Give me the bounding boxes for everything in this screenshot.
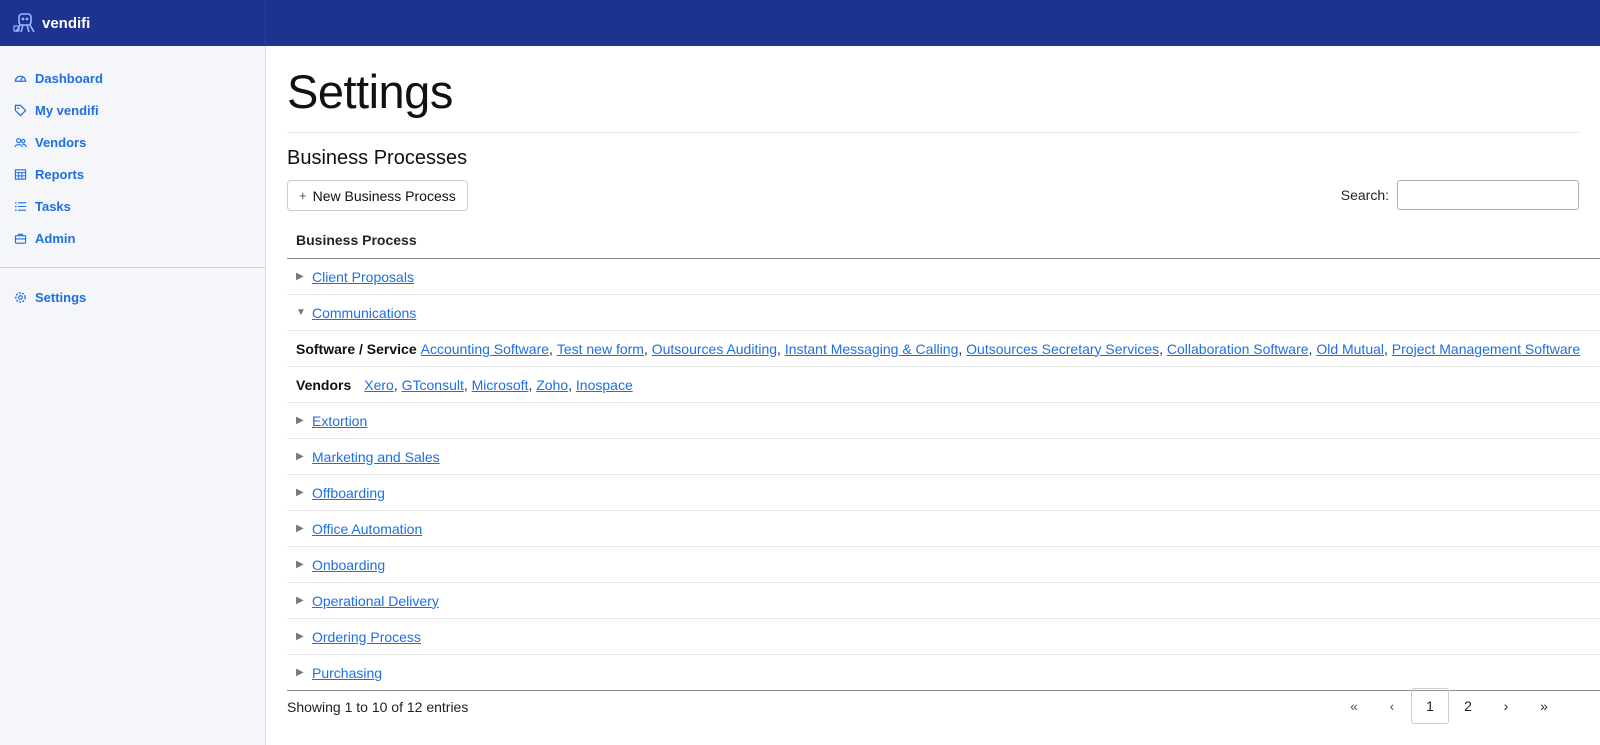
sidebar-item-settings[interactable]: Settings — [0, 281, 265, 313]
expand-arrow-icon[interactable]: ▶ — [296, 631, 312, 642]
brand[interactable]: vendifi — [0, 0, 266, 46]
sidebar-item-label: Settings — [35, 289, 87, 305]
business-process-link[interactable]: Offboarding — [312, 485, 385, 501]
expand-arrow-icon[interactable]: ▶ — [296, 559, 312, 570]
software-link[interactable]: Test new form — [557, 341, 644, 357]
expand-arrow-icon[interactable]: ▶ — [296, 415, 312, 426]
sidebar-item-label: Dashboard — [35, 70, 103, 86]
tag-icon — [13, 103, 27, 117]
new-business-process-button[interactable]: + New Business Process — [287, 180, 468, 211]
dashboard-icon — [13, 71, 27, 85]
business-process-link[interactable]: Ordering Process — [312, 629, 421, 645]
last-page-button[interactable]: » — [1525, 688, 1563, 724]
vendor-link[interactable]: Xero — [364, 377, 394, 393]
plus-icon: + — [299, 188, 307, 203]
page-1-button[interactable]: 1 — [1411, 688, 1449, 724]
expand-arrow-icon[interactable]: ▶ — [296, 487, 312, 498]
business-process-link[interactable]: Communications — [312, 305, 416, 321]
briefcase-icon — [13, 231, 27, 245]
previous-page-button[interactable]: ‹ — [1373, 688, 1411, 724]
list-icon — [13, 199, 27, 213]
sidebar-item-tasks[interactable]: Tasks — [0, 190, 265, 222]
page-title: Settings — [287, 65, 453, 118]
vendor-link[interactable]: Inospace — [576, 377, 633, 393]
table-row[interactable]: ▶ Client Proposals — [287, 259, 1600, 295]
business-process-link[interactable]: Client Proposals — [312, 269, 414, 285]
business-process-link[interactable]: Purchasing — [312, 665, 382, 681]
detail-row-software: Software / Service Accounting Software, … — [287, 331, 1600, 367]
software-link[interactable]: Accounting Software — [421, 341, 549, 357]
detail-row-vendors: Vendors Xero, GTconsult, Microsoft, Zoho… — [287, 367, 1600, 403]
expand-arrow-icon[interactable]: ▶ — [296, 523, 312, 534]
main-content: Settings Business Processes + New Busine… — [287, 46, 1600, 745]
report-icon — [13, 167, 27, 181]
sidebar-item-label: My vendifi — [35, 102, 99, 118]
vendor-link[interactable]: GTconsult — [402, 377, 464, 393]
table-row[interactable]: ▶ Onboarding — [287, 547, 1600, 583]
table-row[interactable]: ▶ Operational Delivery — [287, 583, 1600, 619]
title-divider — [287, 132, 1579, 133]
column-header-business-process[interactable]: Business Process — [287, 221, 1600, 259]
sidebar-item-reports[interactable]: Reports — [0, 158, 265, 190]
software-link[interactable]: Instant Messaging & Calling — [785, 341, 959, 357]
software-link[interactable]: Project Management Software — [1392, 341, 1580, 357]
expand-arrow-icon[interactable]: ▶ — [296, 271, 312, 282]
page-2-button[interactable]: 2 — [1449, 688, 1487, 724]
table-row[interactable]: ▶ Office Automation — [287, 511, 1600, 547]
business-process-link[interactable]: Marketing and Sales — [312, 449, 440, 465]
business-process-link[interactable]: Operational Delivery — [312, 593, 439, 609]
software-link[interactable]: Outsources Secretary Services — [966, 341, 1159, 357]
table-row[interactable]: ▶ Offboarding — [287, 475, 1600, 511]
sidebar-item-label: Vendors — [35, 134, 87, 150]
sidebar-item-admin[interactable]: Admin — [0, 222, 265, 254]
sidebar-nav: Dashboard My vendifi Vendors Reports Tas… — [0, 46, 265, 254]
vendors-label: Vendors — [296, 376, 352, 393]
sidebar-divider — [0, 267, 265, 268]
people-icon — [13, 135, 27, 149]
vendifi-logo-icon — [12, 10, 38, 36]
vendor-link[interactable]: Zoho — [536, 377, 568, 393]
business-process-link[interactable]: Office Automation — [312, 521, 422, 537]
sidebar-item-label: Admin — [35, 230, 76, 246]
table-row[interactable]: ▶ Ordering Process — [287, 619, 1600, 655]
sidebar-item-vendors[interactable]: Vendors — [0, 126, 265, 158]
table-row[interactable]: ▶ Extortion — [287, 403, 1600, 439]
search-input[interactable] — [1397, 180, 1579, 210]
section-title: Business Processes — [287, 147, 468, 169]
software-link[interactable]: Outsources Auditing — [652, 341, 777, 357]
sidebar-item-dashboard[interactable]: Dashboard — [0, 62, 265, 94]
pagination: « ‹ 1 2 › » — [1335, 688, 1563, 724]
search-box: Search: — [1341, 180, 1579, 210]
new-business-process-label: New Business Process — [312, 187, 456, 204]
sidebar-item-label: Tasks — [35, 198, 71, 214]
software-link[interactable]: Collaboration Software — [1167, 341, 1309, 357]
table-row[interactable]: ▼ Communications — [287, 295, 1600, 331]
next-page-button[interactable]: › — [1487, 688, 1525, 724]
expand-arrow-icon[interactable]: ▶ — [296, 451, 312, 462]
search-label: Search: — [1340, 187, 1389, 203]
table-row[interactable]: ▶ Purchasing — [287, 655, 1600, 691]
vendor-link[interactable]: Microsoft — [472, 377, 529, 393]
top-navbar: vendifi — [0, 0, 1600, 46]
business-process-table: Business Process ▶ Client Proposals ▼ Co… — [287, 221, 1600, 691]
sidebar: Dashboard My vendifi Vendors Reports Tas… — [0, 46, 266, 745]
business-process-link[interactable]: Onboarding — [312, 557, 385, 573]
expand-arrow-icon[interactable]: ▶ — [296, 595, 312, 606]
expand-arrow-icon[interactable]: ▶ — [296, 667, 312, 678]
sidebar-item-label: Reports — [35, 166, 85, 182]
sidebar-item-my-vendifi[interactable]: My vendifi — [0, 94, 265, 126]
software-link[interactable]: Old Mutual — [1316, 341, 1384, 357]
business-process-link[interactable]: Extortion — [312, 413, 367, 429]
table-info: Showing 1 to 10 of 12 entries — [287, 699, 469, 715]
gear-icon — [13, 290, 27, 304]
table-row[interactable]: ▶ Marketing and Sales — [287, 439, 1600, 475]
collapse-arrow-icon[interactable]: ▼ — [296, 307, 312, 318]
software-service-label: Software / Service — [296, 340, 417, 357]
brand-name: vendifi — [42, 14, 91, 32]
first-page-button[interactable]: « — [1335, 688, 1373, 724]
